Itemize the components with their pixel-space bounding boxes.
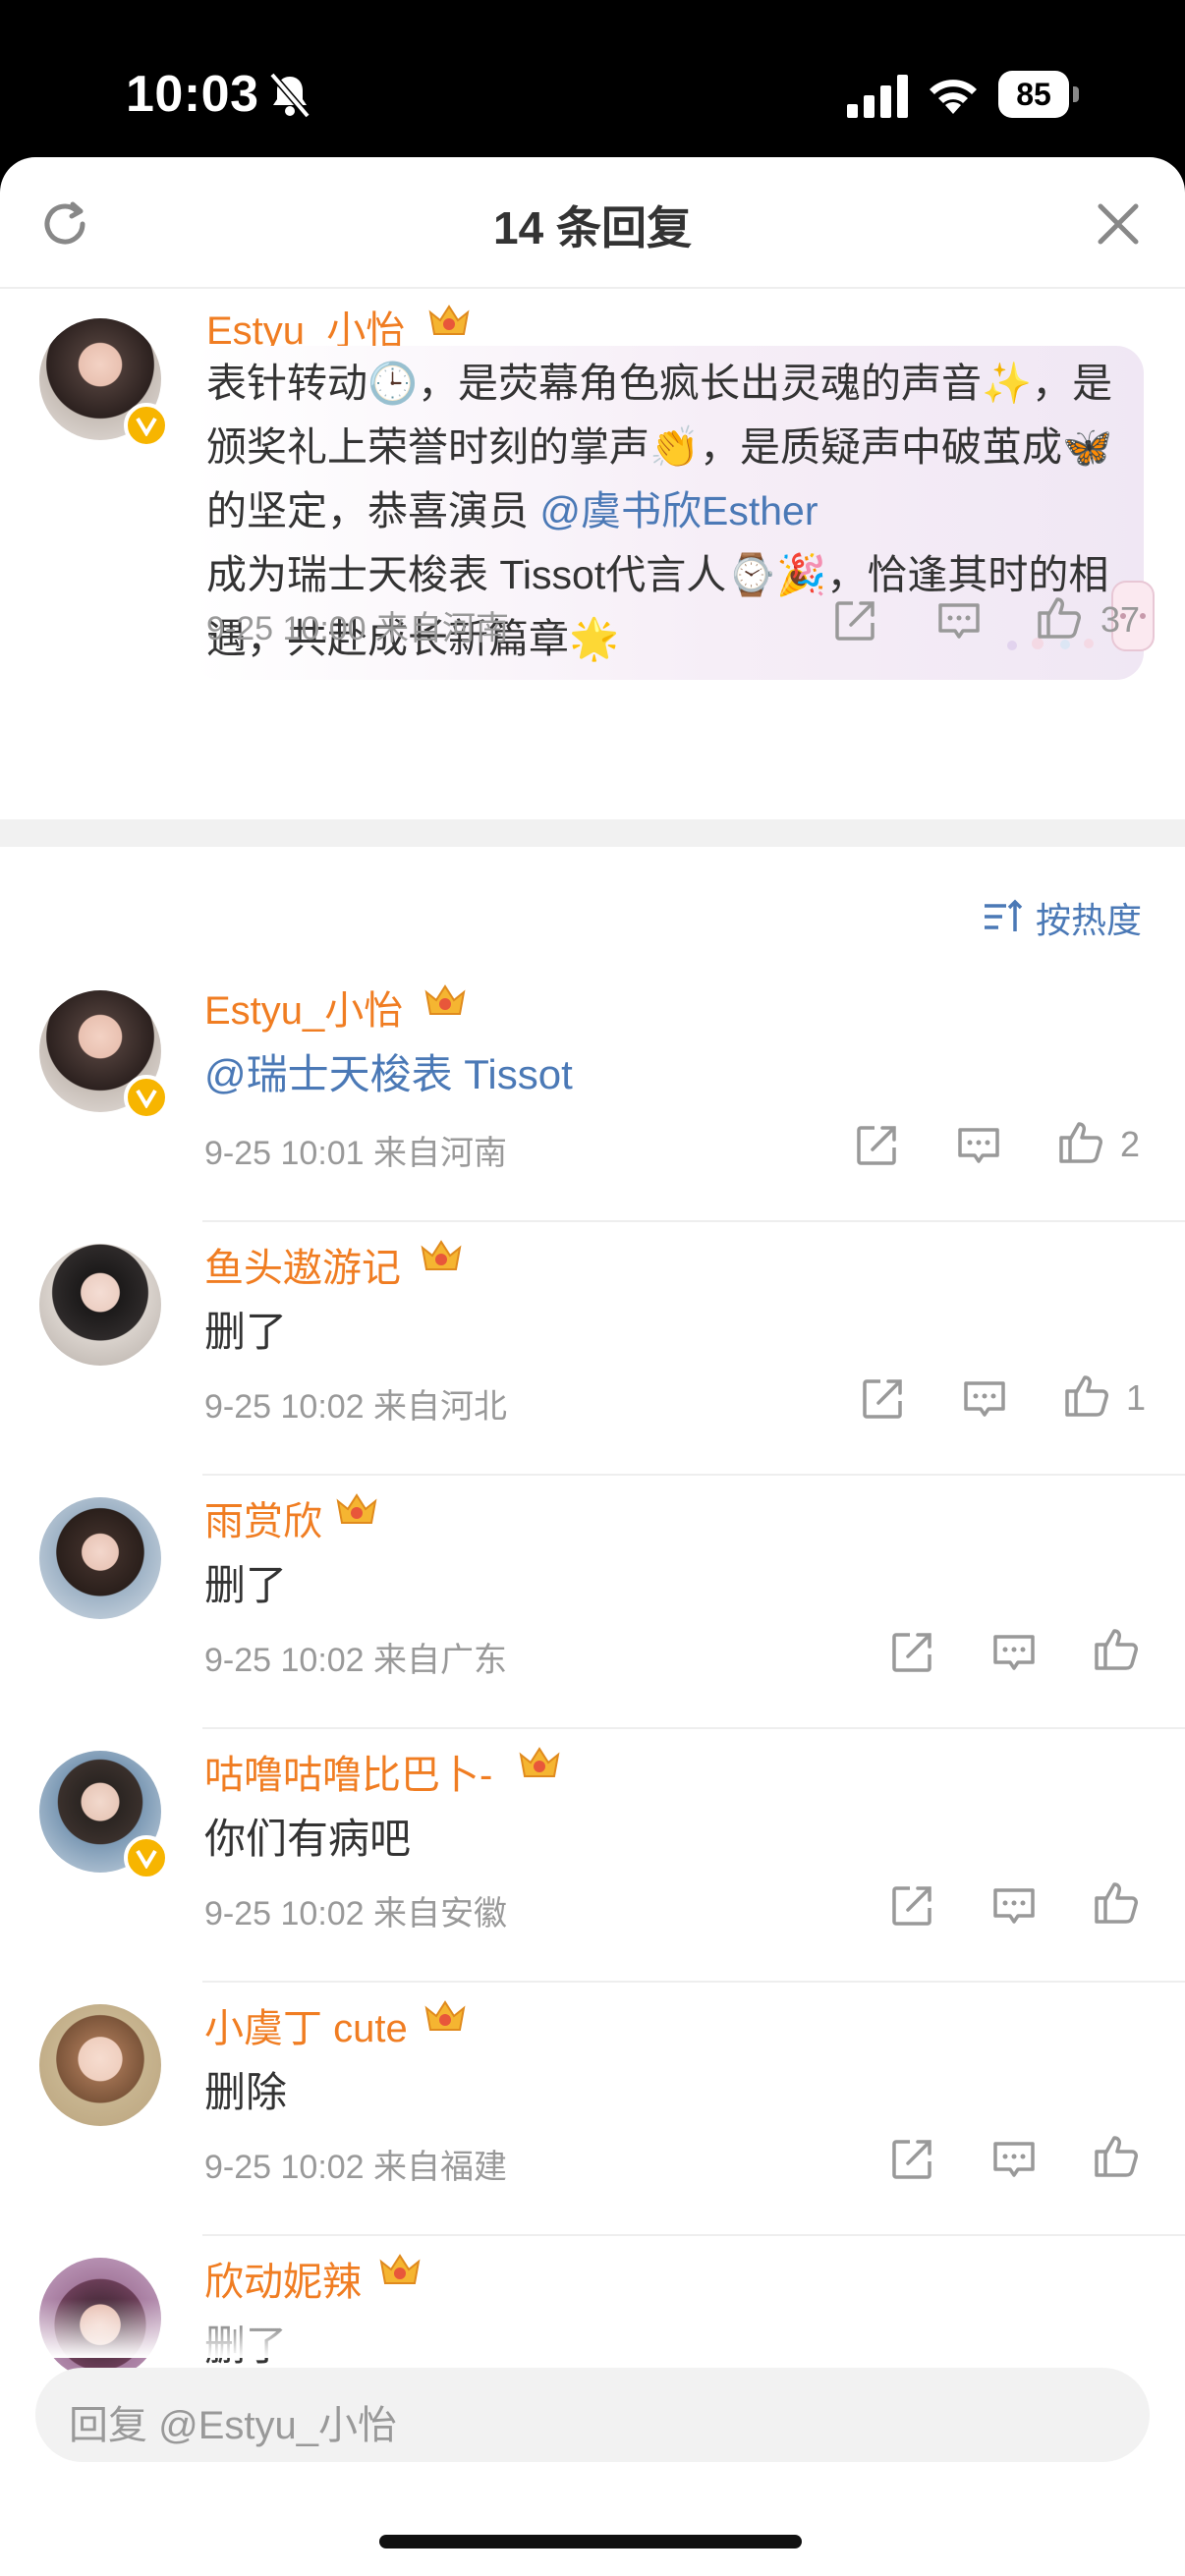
watch-emoji-icon: ⌚ xyxy=(726,551,777,598)
crown-badge-icon xyxy=(424,984,466,1015)
reply-input[interactable]: 回复 @Estyu_小怡 xyxy=(35,2368,1150,2462)
crown-badge-icon xyxy=(379,2254,421,2284)
reply-item: Estyu_小怡 @瑞士天梭表 Tissot 9-25 10:01 来自河南 2 xyxy=(0,969,1185,1222)
reply-author[interactable]: Estyu_小怡 xyxy=(204,979,403,1036)
like-icon[interactable] xyxy=(1036,593,1083,641)
section-divider xyxy=(0,819,1185,847)
close-icon[interactable] xyxy=(1093,198,1144,250)
clock-emoji-icon: 🕒 xyxy=(367,360,419,407)
wifi-icon xyxy=(930,80,977,114)
sparkles-emoji-icon: ✨ xyxy=(982,360,1033,407)
reply-author[interactable]: 鱼头遨游记 xyxy=(204,1236,401,1293)
sort-icon[interactable] xyxy=(983,896,1024,937)
repost-icon[interactable] xyxy=(831,597,878,644)
battery-indicator: 85 xyxy=(998,71,1079,118)
content-part: 表针转动 xyxy=(206,361,367,406)
comment-icon[interactable] xyxy=(990,2136,1038,2183)
like-icon[interactable] xyxy=(1093,2132,1140,2179)
list-fade xyxy=(0,2299,1185,2358)
star-emoji-icon: 🌟 xyxy=(569,615,620,662)
verified-badge-icon xyxy=(124,403,169,448)
comment-icon[interactable] xyxy=(935,597,983,644)
party-emoji-icon: 🎉 xyxy=(776,551,827,598)
reply-text: 你们有病吧 xyxy=(204,1816,412,1862)
reply-text: 删除 xyxy=(204,2069,288,2115)
repost-icon[interactable] xyxy=(859,1375,906,1423)
reply-item: 小虞丁 cute 删除 9-25 10:02 来自福建 xyxy=(0,1983,1185,2236)
verified-badge-icon xyxy=(124,1075,169,1120)
battery-level: 85 xyxy=(998,71,1069,118)
content-part: ，是质疑声中破茧成 xyxy=(700,424,1063,470)
like-count: 37 xyxy=(1100,599,1141,640)
reply-mention-link[interactable]: @瑞士天梭表 Tissot xyxy=(204,1041,573,1101)
reply-meta: 9-25 10:02 来自安徽 xyxy=(204,1895,508,1932)
content-part: 的坚定，恭喜演员 xyxy=(206,488,540,533)
reply-item: 咕噜咕噜比巴卜- 你们有病吧 9-25 10:02 来自安徽 xyxy=(0,1729,1185,1983)
reply-text: 删了 xyxy=(204,1562,288,1608)
repost-icon[interactable] xyxy=(888,2136,935,2183)
reply-meta: 9-25 10:01 来自河南 xyxy=(204,1135,508,1172)
like-count: 1 xyxy=(1126,1377,1147,1418)
like-icon[interactable] xyxy=(1057,1118,1104,1165)
status-bar: 10:03 85 xyxy=(0,0,1185,157)
reply-meta: 9-25 10:02 来自广东 xyxy=(204,1642,508,1679)
avatar[interactable] xyxy=(39,1497,161,1619)
like-icon[interactable] xyxy=(1093,1878,1140,1926)
crown-badge-icon xyxy=(421,1240,462,1270)
reply-item: 鱼头遨游记 删了 9-25 10:02 来自河北 1 xyxy=(0,1222,1185,1476)
reply-item: 雨赏欣 删了 9-25 10:02 来自广东 xyxy=(0,1476,1185,1729)
comment-icon[interactable] xyxy=(961,1375,1008,1423)
battery-tip xyxy=(1073,86,1079,102)
sheet-header: 14 条回复 xyxy=(0,157,1185,289)
sort-by-hot-button[interactable]: 按热度 xyxy=(1036,892,1142,943)
reply-meta: 9-25 10:02 来自福建 xyxy=(204,2149,508,2186)
sheet-title: 14 条回复 xyxy=(493,202,692,253)
reply-text: 删了 xyxy=(204,1309,288,1355)
reply-input-placeholder: 回复 @Estyu_小怡 xyxy=(69,2404,398,2447)
crown-badge-icon xyxy=(519,1747,560,1777)
main-comment: Estyu_小怡 表针转动🕒，是荧幕角色疯长出灵魂的声音✨，是颁奖礼上荣誉时刻的… xyxy=(0,289,1185,819)
comment-icon[interactable] xyxy=(955,1122,1002,1169)
repost-icon[interactable] xyxy=(888,1882,935,1930)
crown-badge-icon xyxy=(336,1493,377,1524)
butterfly-emoji-icon: 🦋 xyxy=(1062,423,1113,471)
crown-badge-icon xyxy=(428,305,470,335)
comment-icon[interactable] xyxy=(990,1882,1038,1930)
like-count: 2 xyxy=(1120,1124,1141,1164)
reply-author[interactable]: 小虞丁 cute xyxy=(204,1996,408,2053)
reply-author[interactable]: 咕噜咕噜比巴卜- xyxy=(204,1743,492,1800)
status-time: 10:03 xyxy=(126,66,259,123)
repost-icon[interactable] xyxy=(888,1629,935,1676)
home-indicator xyxy=(379,2535,802,2548)
comment-meta: 9-25 10:00 来自河南 xyxy=(206,610,510,647)
like-icon[interactable] xyxy=(1093,1625,1140,1672)
avatar[interactable] xyxy=(39,2004,161,2126)
like-icon[interactable] xyxy=(1063,1372,1110,1419)
replies-sheet: 14 条回复 Estyu_小怡 表针转动🕒，是荧幕角色疯长出灵魂的声音✨，是颁奖… xyxy=(0,157,1185,2576)
reply-meta: 9-25 10:02 来自河北 xyxy=(204,1388,508,1426)
comment-icon[interactable] xyxy=(990,1629,1038,1676)
mention-link[interactable]: @虞书欣Esther xyxy=(539,488,818,533)
cellular-signal-icon xyxy=(847,75,908,118)
crown-badge-icon xyxy=(424,2000,466,2031)
content-part: ，是荧幕角色疯长出灵魂的声音 xyxy=(418,361,983,406)
bell-muted-icon xyxy=(269,72,310,119)
clap-emoji-icon: 👏 xyxy=(649,423,701,471)
repost-icon[interactable] xyxy=(853,1122,900,1169)
reply-author[interactable]: 雨赏欣 xyxy=(204,1489,322,1546)
avatar[interactable] xyxy=(39,1244,161,1366)
content-part: 成为瑞士天梭表 Tissot代言人 xyxy=(206,552,727,597)
verified-badge-icon xyxy=(124,1835,169,1880)
